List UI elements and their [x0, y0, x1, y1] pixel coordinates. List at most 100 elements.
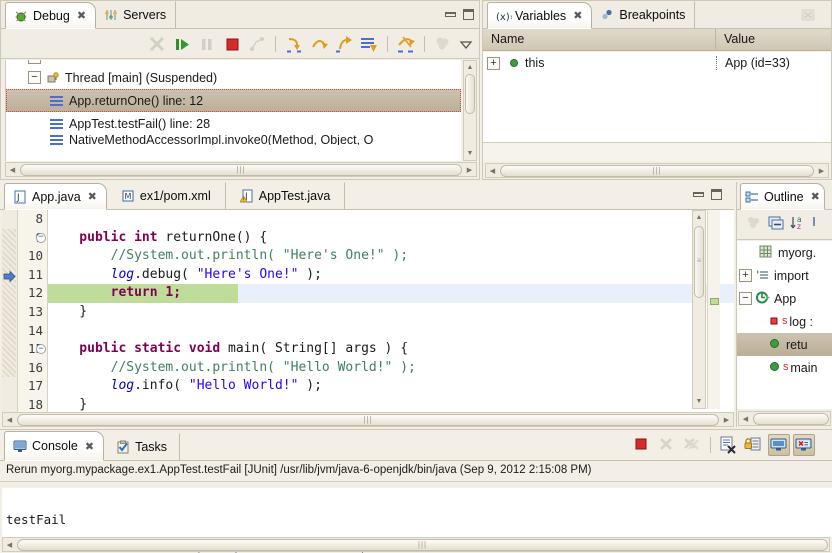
overview-ruler[interactable]	[707, 210, 720, 409]
tree-expander[interactable]: −	[28, 60, 41, 64]
minimize-icon[interactable]	[693, 192, 704, 197]
column-header-value[interactable]: Value	[716, 29, 831, 50]
scroll-thumb-h[interactable]: |||	[17, 538, 828, 551]
scroll-thumb-h[interactable]	[753, 412, 829, 425]
tab-console[interactable]: Console ✖	[4, 431, 105, 461]
step-return-icon[interactable]	[333, 33, 355, 55]
scroll-right-arrow-icon[interactable]: ▶	[463, 166, 476, 174]
variable-expander[interactable]: +	[487, 56, 500, 70]
debug-tree-hscrollbar[interactable]: ◀ ||| ▶	[5, 162, 477, 177]
tree-item-stackframe-native[interactable]: NativeMethodAccessorImpl.invoke0(Method,…	[6, 135, 461, 145]
outline-expander-class[interactable]: −	[739, 292, 752, 305]
view-menu-icon[interactable]	[818, 434, 828, 456]
scroll-thumb-h[interactable]: |||	[20, 163, 462, 176]
outline-item-field-log[interactable]: S log :	[737, 310, 832, 333]
show-console-on-output-icon[interactable]	[768, 434, 790, 456]
tab-apptest-java[interactable]: J ! AppTest.java	[226, 182, 346, 209]
scroll-thumb-h[interactable]: |||	[500, 164, 814, 177]
variables-table-body[interactable]: + this App (id=33)	[483, 52, 831, 142]
sort-alphabetically-icon[interactable]: a z	[789, 214, 807, 236]
tree-item-stackframe-testfail-label: AppTest.testFail() line: 28	[69, 116, 211, 131]
suspend-icon[interactable]	[196, 33, 218, 55]
scroll-thumb[interactable]	[465, 74, 475, 114]
scroll-up-arrow-icon[interactable]: ▲	[693, 211, 705, 224]
marker-ruler[interactable]	[2, 210, 18, 427]
scroll-down-arrow-icon[interactable]: ▼	[693, 395, 705, 408]
collapse-all-icon[interactable]	[799, 6, 821, 28]
scroll-right-arrow-icon[interactable]: ▶	[815, 167, 828, 175]
outline-tree[interactable]: myorg. + import − App S log: retu S mai…	[737, 241, 832, 409]
maximize-icon[interactable]	[711, 189, 722, 200]
remove-all-launches-icon[interactable]	[681, 434, 703, 456]
resume-icon[interactable]	[171, 33, 193, 55]
tab-pom-xml[interactable]: M ex1/pom.xml	[107, 182, 226, 209]
minimize-icon[interactable]	[445, 12, 456, 17]
clear-console-icon[interactable]	[718, 434, 740, 456]
scroll-thumb[interactable]: ≡	[694, 226, 704, 298]
column-header-name[interactable]: Name	[483, 29, 716, 50]
code-editor[interactable]: 8 9 − 10 11 12 13 14 15 − 16 17 18	[2, 210, 734, 427]
view-menu-icon[interactable]	[457, 33, 475, 55]
fold-collapse-icon[interactable]: −	[36, 344, 46, 355]
fold-collapse-icon[interactable]: −	[36, 232, 46, 243]
close-icon[interactable]: ✖	[88, 190, 97, 203]
disconnect2-icon[interactable]	[246, 33, 268, 55]
scroll-up-arrow-icon[interactable]: ▲	[464, 61, 476, 74]
tree-expander-thread[interactable]: −	[28, 71, 41, 84]
debug-tree-vscrollbar[interactable]: ▲ ▼	[463, 60, 477, 161]
scroll-lock-icon[interactable]	[743, 434, 765, 456]
variables-hscrollbar[interactable]: ◀ ||| ▶	[485, 163, 829, 178]
scroll-left-arrow-icon[interactable]: ◀	[3, 541, 16, 549]
scroll-left-arrow-icon[interactable]: ◀	[486, 167, 499, 175]
outline-item-package[interactable]: myorg.	[737, 241, 832, 264]
tree-item-stackframe-testfail[interactable]: AppTest.testFail() line: 28	[6, 112, 461, 135]
editor-vscrollbar[interactable]: ▲ ≡ ▼	[692, 210, 706, 409]
outline-item-imports[interactable]: + import	[737, 264, 832, 287]
debug-stack-tree[interactable]: − − Thread [main] (Suspended) A	[5, 60, 461, 161]
instance-count-icon[interactable]	[745, 214, 763, 236]
instance-count-icon[interactable]	[432, 33, 454, 55]
use-step-filters-icon[interactable]	[395, 33, 417, 55]
step-over-icon[interactable]	[308, 33, 330, 55]
collapse-all-icon[interactable]	[767, 214, 785, 236]
maximize-icon[interactable]	[463, 9, 474, 20]
scroll-left-arrow-icon[interactable]: ◀	[739, 415, 752, 423]
tab-breakpoints[interactable]: Breakpoints	[592, 1, 696, 28]
tab-tasks[interactable]: Tasks	[104, 433, 181, 460]
tab-debug[interactable]: Debug ✖	[5, 2, 97, 29]
tab-app-java[interactable]: J App.java ✖	[4, 183, 107, 210]
scroll-left-arrow-icon[interactable]: ◀	[3, 416, 16, 424]
scroll-thumb-h[interactable]: |||	[17, 413, 719, 426]
close-icon[interactable]: ✖	[811, 190, 820, 203]
drop-to-frame-icon[interactable]	[358, 33, 380, 55]
code-text-area[interactable]: public int returnOne() { //System.out.pr…	[48, 210, 734, 427]
outline-hscrollbar[interactable]: ◀	[738, 411, 831, 426]
tab-variables[interactable]: (x)= Variables ✖	[487, 2, 593, 29]
tab-pom-xml-label: ex1/pom.xml	[139, 189, 211, 203]
console-hscrollbar[interactable]: ◀ |||	[2, 537, 830, 552]
tree-item-stackframe-returnone[interactable]: App.returnOne() line: 12	[6, 89, 461, 112]
close-icon[interactable]: ✖	[573, 9, 582, 22]
close-icon[interactable]: ✖	[77, 9, 86, 22]
tab-outline[interactable]: Outline ✖	[740, 183, 825, 210]
editor-hscrollbar[interactable]: ◀ ||| ▶	[2, 412, 734, 427]
variable-row-this[interactable]: + this App (id=33)	[483, 52, 831, 74]
tab-servers[interactable]: Servers	[96, 1, 177, 28]
scroll-down-arrow-icon[interactable]: ▼	[464, 147, 476, 160]
tree-item-thread[interactable]: − Thread [main] (Suspended)	[6, 66, 461, 89]
step-into-icon[interactable]	[283, 33, 305, 55]
scroll-left-arrow-icon[interactable]: ◀	[6, 166, 19, 174]
remove-launch-icon[interactable]	[656, 434, 678, 456]
outline-item-method-main[interactable]: S main	[737, 356, 832, 379]
outline-item-method-returnone[interactable]: retu	[737, 333, 832, 356]
disconnect-icon[interactable]	[146, 33, 168, 55]
hide-fields-icon[interactable]	[811, 214, 825, 236]
console-output[interactable]: testFail DEBUG 09-09 14:15:56,179 (App.j…	[2, 488, 832, 553]
outline-item-class-app[interactable]: − App	[737, 287, 832, 310]
close-icon[interactable]: ✖	[85, 440, 94, 453]
terminate-icon[interactable]	[631, 434, 653, 456]
outline-expander-imports[interactable]: +	[739, 269, 752, 282]
terminate-icon[interactable]	[221, 33, 243, 55]
show-console-on-error-icon[interactable]	[793, 434, 815, 456]
scroll-right-arrow-icon[interactable]: ▶	[720, 416, 733, 424]
